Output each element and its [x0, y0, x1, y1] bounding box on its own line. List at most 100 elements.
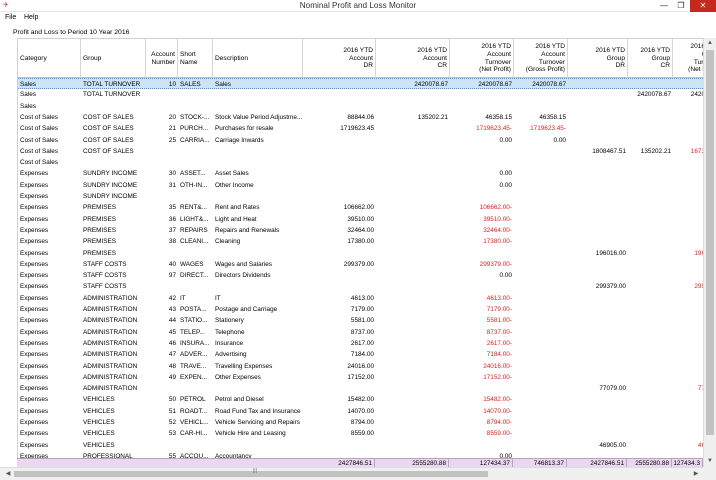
column-header-line: Account: [487, 50, 511, 58]
table-row[interactable]: Expenses ADMINISTRATION 49 EXPEN... Other Ex…: [18, 372, 716, 383]
horizontal-scrollbar[interactable]: ◀ ||| ▶: [0, 467, 716, 480]
cell-account-dr: 24016.00: [347, 362, 374, 370]
table-row[interactable]: Cost of Sales COST OF SALES 20 STOCK-... Sto…: [18, 112, 716, 123]
horizontal-scroll-thumb[interactable]: [14, 471, 488, 477]
cell-account-cr: [376, 146, 450, 157]
cell-category: Expenses: [20, 294, 49, 302]
cell-account-number: [146, 146, 178, 157]
table-row[interactable]: Expenses ADMINISTRATION 44 STATIO... Station…: [18, 315, 716, 326]
vertical-scroll-thumb[interactable]: [706, 50, 714, 435]
cell-account-turnover-gross: [514, 236, 568, 247]
table-row[interactable]: Expenses VEHICLES 53 CAR-HI... Vehicle Hire …: [18, 428, 716, 439]
column-header-account-cr[interactable]: 2016 YTD Account CR: [376, 39, 450, 78]
table-row[interactable]: ExpensesSUNDRY INCOME0.0: [18, 191, 716, 202]
minimize-icon[interactable]: —: [656, 0, 672, 12]
cell-account-turnover-net: 0.00: [499, 170, 512, 178]
table-row[interactable]: Expenses PREMISES 36 LIGHT&... Light and Hea…: [18, 214, 716, 225]
scroll-right-icon[interactable]: ▶: [690, 468, 702, 480]
table-row[interactable]: ExpensesSTAFF COSTS299379.00299379.0: [18, 281, 716, 292]
close-icon[interactable]: ✕: [690, 0, 716, 12]
table-row[interactable]: Expenses SUNDRY INCOME 31 OTH-IN... Other In…: [18, 180, 716, 191]
table-row[interactable]: Cost of Sales: [18, 157, 716, 168]
column-header-group-cr[interactable]: 2016 YTD Group CR: [628, 39, 673, 78]
cell-account-dr: 17152.00: [347, 373, 374, 381]
menu-help[interactable]: Help: [24, 12, 38, 24]
scroll-left-icon[interactable]: ◀: [2, 468, 14, 480]
cell-group-dr: [568, 361, 628, 372]
table-row[interactable]: Expenses ADMINISTRATION 48 TRAVE... Travelli…: [18, 361, 716, 372]
cell-group-cr: [628, 451, 673, 458]
cell-account-turnover-gross: [514, 315, 568, 326]
scroll-up-icon[interactable]: ▲: [704, 38, 716, 49]
cell-short-name: [178, 101, 213, 112]
cell-description: Light and Heat: [215, 215, 257, 223]
table-row[interactable]: ExpensesPREMISES196016.00196016.0: [18, 248, 716, 259]
menu-file[interactable]: File: [5, 12, 16, 24]
cell-description: Carriage Inwards: [215, 136, 264, 144]
cell-description: [213, 146, 303, 157]
table-row[interactable]: Expenses PREMISES 35 RENT&... Rent and Rates…: [18, 202, 716, 213]
table-row[interactable]: Expenses VEHICLES 50 PETROL Petrol and Diese…: [18, 394, 716, 405]
column-header-category[interactable]: Category: [18, 39, 81, 78]
pl-grid[interactable]: Category Group Account Number Short Name Descr…: [17, 38, 716, 458]
table-row[interactable]: Expenses VEHICLES 52 VEHICL... Vehicle Servi…: [18, 417, 716, 428]
cell-account-cr: [376, 248, 450, 259]
column-header-account-turnover-gross[interactable]: 2016 YTD Account Turnover (Gross Profit): [514, 39, 568, 78]
column-header-account-dr[interactable]: 2016 YTD Account DR: [303, 39, 376, 78]
cell-group-cr: [628, 180, 673, 191]
cell-account-cr: [376, 349, 450, 360]
cell-category: Expenses: [20, 362, 49, 370]
table-row[interactable]: Expenses ADMINISTRATION 42 IT IT 4613.00 4613.…: [18, 293, 716, 304]
cell-account-turnover-gross: [514, 101, 568, 112]
cell-account-cr: 135202.21: [417, 113, 448, 121]
cell-category: Cost of Sales: [20, 125, 59, 133]
column-header-short-name[interactable]: Short Name: [178, 39, 213, 78]
cell-account-turnover-gross: [514, 440, 568, 451]
cell-group-dr: [568, 225, 628, 236]
table-row[interactable]: Sales: [18, 101, 716, 112]
title-bar: ✈ Nominal Profit and Loss Monitor — ❐ ✕: [0, 0, 716, 12]
scroll-down-icon[interactable]: ▼: [704, 456, 716, 467]
cell-description: Rent and Rates: [215, 204, 260, 212]
table-row[interactable]: Expenses SUNDRY INCOME 30 ASSET... Asset Sal…: [18, 168, 716, 179]
cell-account-number: [146, 191, 178, 202]
table-row[interactable]: Expenses ADMINISTRATION 46 INSURA... Insuran…: [18, 338, 716, 349]
table-row[interactable]: Expenses ADMINISTRATION 43 POSTA... Postage …: [18, 304, 716, 315]
totals-row: 2427846.51 2555280.88 127434.37 746813.37 24…: [17, 458, 703, 468]
table-row[interactable]: Expenses STAFF COSTS 40 WAGES Wages and Sala…: [18, 259, 716, 270]
table-row[interactable]: Expenses PREMISES 37 REPAIRS Repairs and Ren…: [18, 225, 716, 236]
cell-group-dr: [568, 112, 628, 123]
table-row[interactable]: Expenses PROFESSIONAL 55 ACCOU... Accountanc…: [18, 451, 716, 458]
table-row[interactable]: Expenses PREMISES 38 CLEANI... Cleaning 17380…: [18, 236, 716, 247]
cell-account-number: 47: [168, 351, 176, 359]
column-header-description[interactable]: Description: [213, 39, 303, 78]
maximize-icon[interactable]: ❐: [673, 0, 689, 12]
cell-account-turnover-gross: [514, 428, 568, 439]
cell-account-number: 48: [168, 362, 176, 370]
cell-account-dr: [303, 383, 376, 394]
cell-account-number: 42: [168, 294, 176, 302]
column-header-group[interactable]: Group: [81, 39, 146, 78]
cell-description: [213, 191, 303, 202]
vertical-scrollbar[interactable]: ▲ ▼: [703, 38, 716, 467]
cell-short-name: STOCK-...: [180, 113, 210, 121]
cell-category: Expenses: [20, 260, 49, 268]
table-row[interactable]: ExpensesADMINISTRATION77079.0077079.0: [18, 383, 716, 394]
cell-account-turnover-gross: [514, 248, 568, 259]
table-row[interactable]: ExpensesVEHICLES46905.0046905.0: [18, 440, 716, 451]
column-header-group-dr[interactable]: 2016 YTD Group DR: [568, 39, 628, 78]
table-row[interactable]: Sales TOTAL TURNOVER 10 SALES Sales 2420078.6…: [18, 78, 716, 90]
table-row[interactable]: Expenses VEHICLES 51 ROADT... Road Fund Tax …: [18, 406, 716, 417]
column-header-account-turnover-net[interactable]: 2016 YTD Account Turnover (Net Profit): [450, 39, 514, 78]
table-row[interactable]: SalesTOTAL TURNOVER2420078.672420078.6: [18, 89, 716, 100]
table-row[interactable]: Expenses ADMINISTRATION 47 ADVER... Advertis…: [18, 349, 716, 360]
cell-account-turnover-net: 0.00: [499, 272, 512, 280]
table-row[interactable]: Cost of Sales COST OF SALES 21 PURCH... Purc…: [18, 123, 716, 134]
cell-account-number: 31: [168, 181, 176, 189]
table-row[interactable]: Expenses ADMINISTRATION 45 TELEP... Telephon…: [18, 327, 716, 338]
table-row[interactable]: Cost of Sales COST OF SALES 1808467.51 1352…: [18, 146, 716, 157]
table-row[interactable]: Cost of Sales COST OF SALES 25 CARRIA... Car…: [18, 135, 716, 146]
cell-short-name: TELEP...: [180, 328, 205, 336]
table-row[interactable]: Expenses STAFF COSTS 97 DIRECT... Directors …: [18, 270, 716, 281]
column-header-account-number[interactable]: Account Number: [146, 39, 178, 78]
